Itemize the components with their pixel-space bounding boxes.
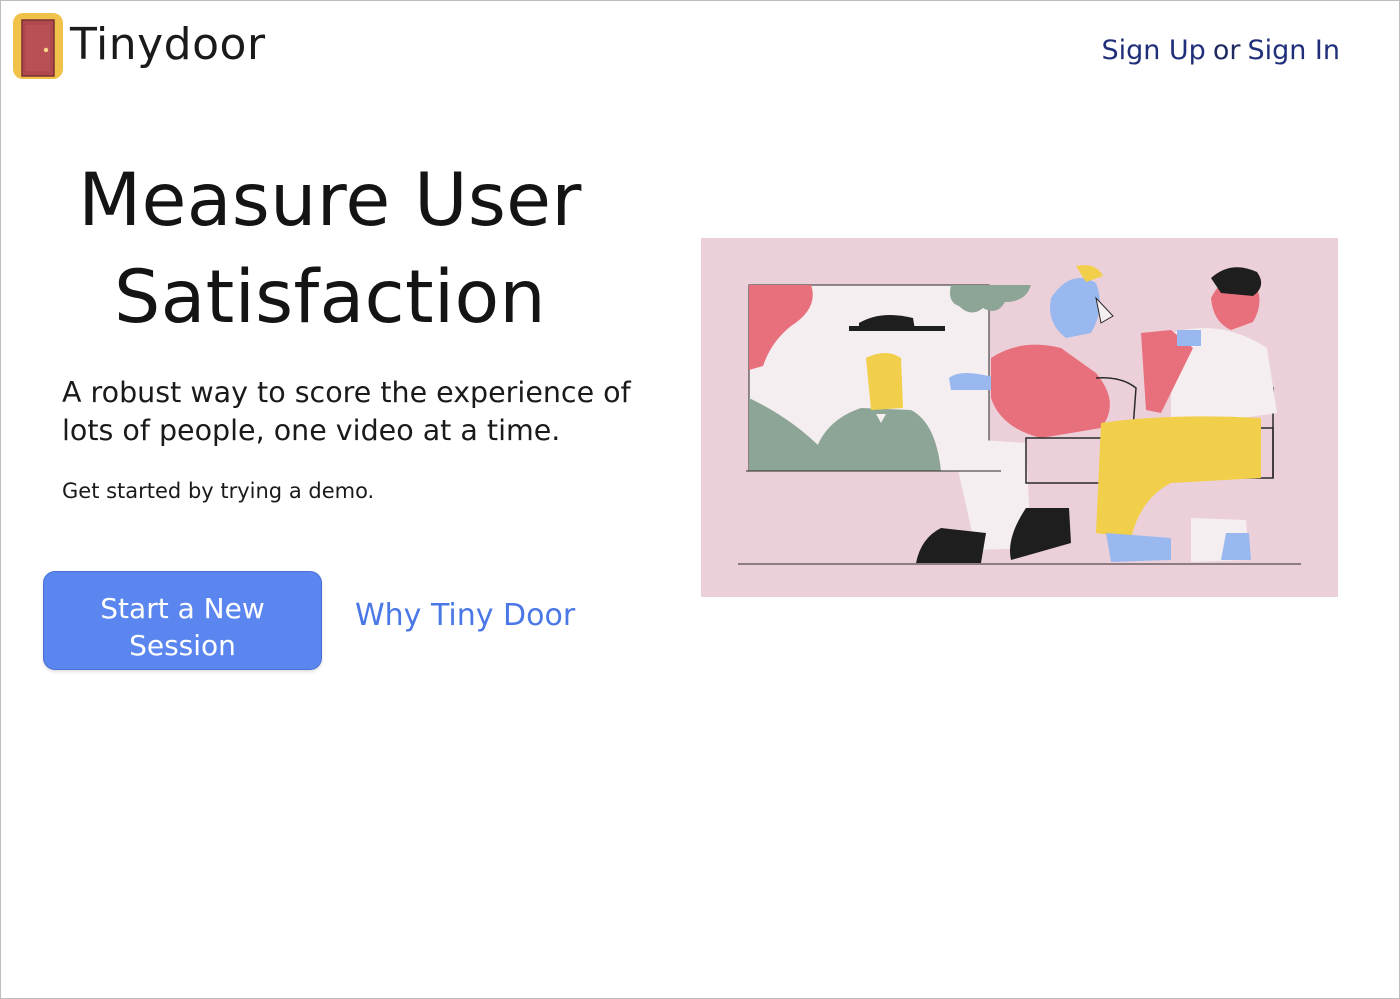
people-sitting-illustration (701, 238, 1338, 597)
start-button-line-1: Start a New (100, 592, 265, 625)
brand-name[interactable]: Tinydoor (70, 16, 266, 74)
sign-up-link[interactable]: Sign Up (1101, 35, 1205, 66)
start-new-session-button[interactable]: Start a New Session (43, 571, 322, 670)
auth-links: Sign Up or Sign In (1101, 32, 1340, 70)
door-icon[interactable] (12, 12, 64, 80)
start-button-line-2: Session (129, 629, 236, 662)
hero-subtitle: A robust way to score the experience of … (62, 374, 682, 450)
title-line-1: Measure User (78, 158, 582, 243)
sign-in-link[interactable]: Sign In (1247, 35, 1340, 66)
title-line-2: Satisfaction (113, 255, 546, 340)
demo-prompt: Get started by trying a demo. (62, 479, 375, 503)
why-tiny-door-link[interactable]: Why Tiny Door (355, 596, 575, 636)
page-title: Measure User Satisfaction (40, 152, 620, 346)
subtitle-line-2: lots of people, one video at a time. (62, 414, 561, 447)
subtitle-line-1: A robust way to score the experience of (62, 376, 631, 409)
or-separator: or (1212, 35, 1241, 66)
